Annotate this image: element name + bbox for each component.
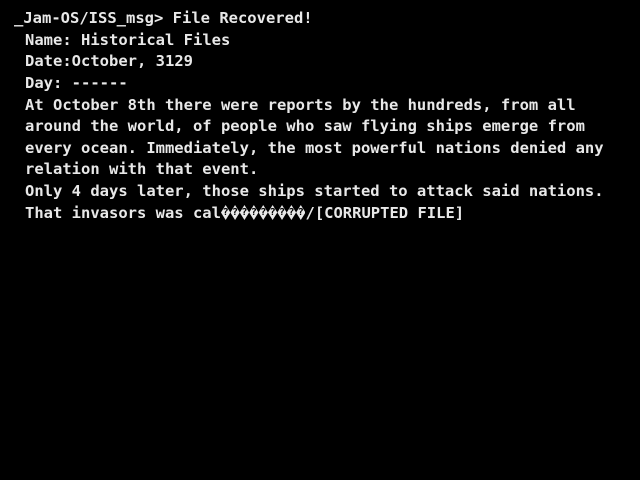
replacement-char-icon: [258, 205, 268, 220]
body-text-line: At October 8th there were reports by the…: [25, 96, 576, 114]
terminal-screen: _Jam-OS/ISS_msg> File Recovered! Name: H…: [0, 0, 640, 480]
replacement-char-icon: [267, 205, 278, 220]
date-value: October, 3129: [71, 52, 193, 70]
body-text-line: Only 4 days later, those ships started t…: [25, 182, 604, 200]
body-text-line: every ocean. Immediately, the most power…: [25, 139, 604, 157]
replacement-char-icon: [249, 205, 259, 220]
corrupted-file-marker: /[CORRUPTED FILE]: [305, 204, 465, 222]
name-field-line: Name: Historical Files: [25, 30, 230, 52]
body-text-line: relation with that event.: [25, 160, 259, 178]
replacement-char-icon: [230, 205, 240, 220]
command-output: File Recovered!: [172, 9, 313, 27]
command-prompt: _Jam-OS/ISS_msg>: [14, 9, 164, 27]
day-field-line: Day: ------: [25, 73, 128, 95]
replacement-char-icon: [286, 205, 297, 220]
date-label: Date:: [25, 52, 72, 70]
day-label: Day:: [25, 74, 63, 92]
name-label: Name:: [25, 31, 72, 49]
day-value: ------: [71, 74, 128, 92]
corrupted-line-prefix: That invasors was cal: [25, 204, 221, 222]
replacement-char-icon: [239, 205, 250, 220]
prompt-line: _Jam-OS/ISS_msg> File Recovered!: [14, 8, 313, 30]
body-text-line: around the world, of people who saw flyi…: [25, 117, 585, 135]
corrupted-glyphs: [220, 204, 306, 222]
name-value: Historical Files: [81, 31, 231, 49]
date-field-line: Date:October, 3129: [25, 51, 193, 73]
replacement-char-icon: [277, 205, 287, 220]
corrupted-text-line: That invasors was cal /[CORRUPTED FILE]: [25, 203, 464, 225]
replacement-char-icon: [220, 205, 231, 220]
